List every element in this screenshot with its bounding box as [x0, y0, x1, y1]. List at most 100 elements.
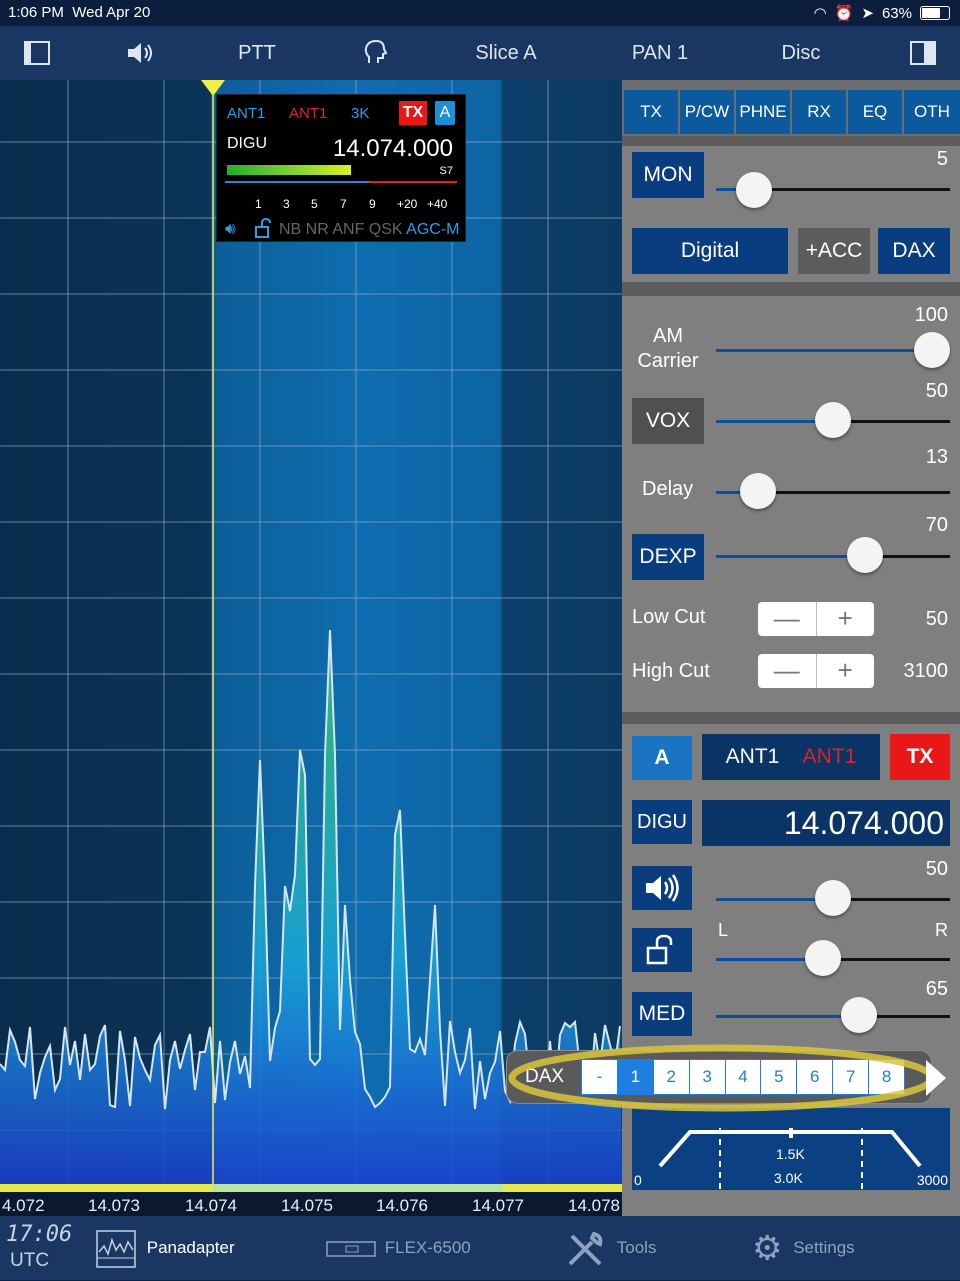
lock-icon: [646, 934, 673, 965]
alarm-icon: ⏰: [834, 5, 854, 22]
dax-popup-label: DAX: [525, 1066, 565, 1087]
dax-option-6[interactable]: 6: [796, 1060, 832, 1094]
am-carrier-knob[interactable]: [914, 332, 950, 368]
slice-lock-icon[interactable]: [255, 218, 273, 238]
pan-knob[interactable]: [805, 940, 842, 976]
minus-icon[interactable]: —: [758, 602, 816, 636]
delay-knob[interactable]: [739, 473, 776, 509]
am-carrier-value: 100: [914, 304, 948, 326]
dax-option-7[interactable]: 7: [832, 1060, 868, 1094]
high-cut-value: 3100: [903, 660, 949, 682]
voice-icon[interactable]: [362, 26, 392, 80]
low-cut-label: Low Cut: [632, 606, 706, 628]
dax-popup: DAX - 1 2 3 4 5 6 7 8: [506, 1050, 932, 1104]
slice-tx-antenna[interactable]: ANT1: [289, 105, 327, 122]
dexp-knob[interactable]: [846, 537, 883, 573]
tab-pcw[interactable]: P/CW: [680, 90, 734, 134]
speaker-icon[interactable]: [124, 26, 158, 80]
panadapter-display[interactable]: [0, 80, 622, 1184]
tools-tab[interactable]: Tools: [566, 1216, 656, 1280]
ptt-button[interactable]: PTT: [222, 26, 292, 80]
tab-rx[interactable]: RX: [792, 90, 846, 134]
radio-tab[interactable]: FLEX-6500: [326, 1216, 471, 1280]
tools-label: Tools: [616, 1238, 657, 1257]
volume-knob[interactable]: [815, 880, 851, 916]
dax-option-5[interactable]: 5: [760, 1060, 796, 1094]
acc-button[interactable]: +ACC: [798, 228, 870, 274]
mon-button[interactable]: MON: [632, 152, 704, 198]
settings-tab[interactable]: ⚙ Settings: [752, 1216, 855, 1280]
dax-option-3[interactable]: 3: [688, 1060, 725, 1094]
mode-button[interactable]: DIGU: [632, 800, 692, 844]
dax-option-2[interactable]: 2: [652, 1060, 689, 1094]
dexp-button[interactable]: DEXP: [632, 534, 704, 580]
dexp-value: 70: [925, 514, 948, 536]
agc-value: 65: [925, 978, 948, 1000]
disc-button[interactable]: Disc: [768, 26, 834, 80]
panadapter-tab[interactable]: Panadapter: [96, 1216, 235, 1280]
dax-channel-selector[interactable]: - 1 2 3 4 5 6 7 8: [581, 1059, 905, 1095]
pan-button[interactable]: PAN 1: [618, 26, 702, 80]
s-meter-tick-label: 3: [283, 197, 290, 211]
delay-label: Delay: [642, 478, 694, 500]
minus-icon[interactable]: —: [758, 654, 816, 688]
settings-label: Settings: [793, 1238, 855, 1257]
feature-nr[interactable]: NR: [306, 221, 333, 238]
tab-eq[interactable]: EQ: [848, 90, 902, 134]
spectrum-plot: [0, 80, 622, 1184]
panadapter-icon: [96, 1229, 136, 1268]
volume-value: 50: [925, 858, 948, 880]
plus-icon[interactable]: +: [815, 654, 875, 688]
speaker-button[interactable]: [632, 866, 692, 910]
status-time: 1:06 PM Wed Apr 20: [8, 4, 151, 21]
slice-audio-icon[interactable]: 🔊︎: [225, 219, 236, 239]
slice-tx-badge[interactable]: TX: [399, 101, 427, 125]
tab-phne[interactable]: PHNE: [736, 90, 790, 134]
dax-button[interactable]: DAX: [878, 228, 950, 274]
freq-label: 14.073: [88, 1196, 140, 1215]
dax-option-1[interactable]: 1: [616, 1060, 653, 1094]
settings-icon: ⚙: [752, 1229, 783, 1268]
voice-section: AM Carrier 100 50 VOX 13 Delay 70 DEXP L…: [622, 296, 960, 712]
feature-nb[interactable]: NB: [279, 221, 306, 238]
slice-flag[interactable]: ANT1 ANT1 3K TX A DIGU 14.074.000 S7 1 3 5…: [216, 94, 466, 242]
antenna-button[interactable]: ANT1 ANT1: [702, 734, 880, 780]
sidebar-left-icon[interactable]: [22, 26, 52, 80]
slice-frequency[interactable]: 14.074.000: [333, 135, 453, 163]
agc-button[interactable]: MED: [632, 992, 692, 1036]
vox-button[interactable]: VOX: [632, 398, 704, 444]
high-cut-stepper[interactable]: — +: [758, 654, 874, 688]
frequency-scale[interactable]: 4.072 14.073 14.074 14.075 14.076 14.077…: [0, 1184, 622, 1216]
dax-option-4[interactable]: 4: [724, 1060, 761, 1094]
freq-label: 14.076: [376, 1196, 428, 1215]
dax-option-none[interactable]: -: [582, 1060, 617, 1094]
tab-oth[interactable]: OTH: [904, 90, 960, 134]
slice-bandwidth[interactable]: 3K: [351, 105, 369, 122]
feature-qsk[interactable]: QSK: [369, 221, 406, 238]
mon-slider-knob[interactable]: [735, 172, 772, 208]
feature-anf[interactable]: ANF: [332, 221, 368, 238]
filter-display[interactable]: 0 3000 1.5K 3.0K: [632, 1108, 950, 1190]
dax-option-8[interactable]: 8: [868, 1060, 904, 1094]
slice-letter-button[interactable]: A: [632, 736, 692, 780]
slice-mode[interactable]: DIGU: [227, 135, 267, 153]
low-cut-stepper[interactable]: — +: [758, 602, 874, 636]
low-cut-value: 50: [925, 608, 948, 630]
frequency-display[interactable]: 14.074.000: [702, 800, 950, 846]
agc-track[interactable]: [716, 1015, 950, 1018]
slice-button[interactable]: Slice A: [460, 26, 552, 80]
digital-button[interactable]: Digital: [632, 228, 788, 274]
sidebar-right-icon[interactable]: [908, 26, 938, 80]
status-right: ◠ ⏰ ➤ 63%: [814, 4, 950, 22]
rx-antenna: ANT1: [725, 745, 780, 768]
agc-knob[interactable]: [840, 997, 877, 1033]
tab-tx[interactable]: TX: [624, 90, 678, 134]
vox-knob[interactable]: [815, 402, 851, 438]
location-icon: ➤: [861, 5, 874, 22]
feature-agc-m[interactable]: AGC-M: [406, 221, 459, 238]
plus-icon[interactable]: +: [815, 602, 875, 636]
dexp-track[interactable]: [716, 555, 950, 558]
tx-button[interactable]: TX: [890, 734, 950, 780]
slice-rx-antenna[interactable]: ANT1: [227, 105, 265, 122]
lock-button[interactable]: [632, 928, 692, 972]
